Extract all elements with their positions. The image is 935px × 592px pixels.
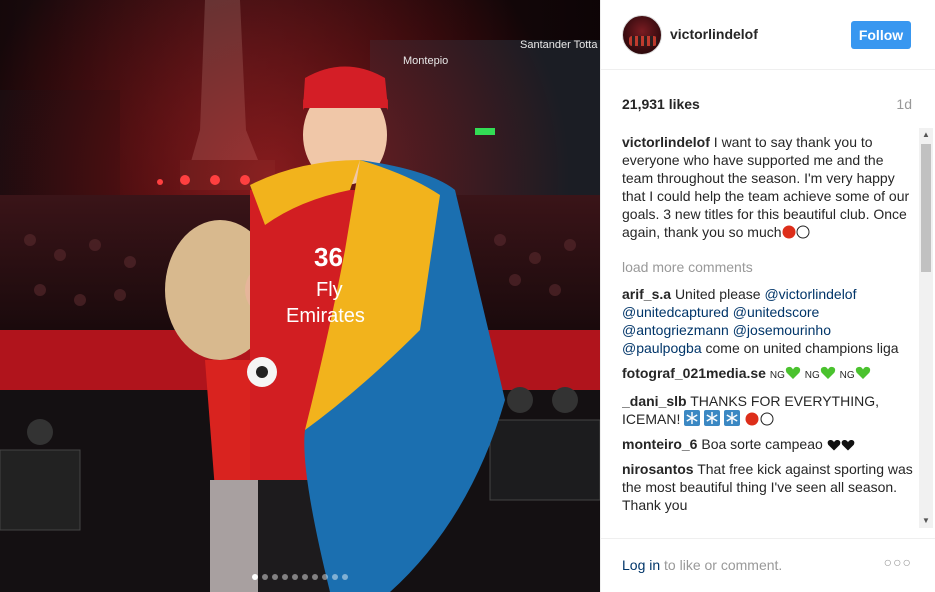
red-circle-icon <box>744 411 760 427</box>
comment: _dani_slb THANKS FOR EVERYTHING, ICEMAN! <box>622 392 914 428</box>
red-circle-icon <box>782 224 796 240</box>
post-age[interactable]: 1d <box>896 96 912 112</box>
scroll-down-arrow-icon[interactable]: ▼ <box>919 514 933 528</box>
follow-button[interactable]: Follow <box>851 21 911 49</box>
comment: monteiro_6 Boa sorte campeao <box>622 435 914 453</box>
comment-caption: victorlindelof I want to say thank you t… <box>622 133 914 241</box>
comment-token: NG <box>769 370 785 381</box>
avatar[interactable] <box>622 15 662 55</box>
comment: fotograf_021media.se NG NG NG <box>622 364 914 385</box>
login-prompt-rest: to like or comment. <box>660 557 783 573</box>
comment-token: NG <box>839 370 855 381</box>
snowflake-icon <box>724 410 741 427</box>
likes-count[interactable]: 21,931 likes <box>622 96 700 112</box>
carousel-dot[interactable] <box>302 574 308 580</box>
comment-username[interactable]: fotograf_021media.se <box>622 365 766 381</box>
likes-row: 21,931 likes 1d <box>622 96 912 116</box>
mention-link[interactable]: @paulpogba <box>622 340 702 356</box>
jersey-sponsor-line2: Emirates <box>286 305 365 327</box>
comment-token: NG <box>804 370 820 381</box>
load-more-comments[interactable]: load more comments <box>622 258 914 276</box>
more-options-icon[interactable]: ○○○ <box>884 554 912 570</box>
mention-link[interactable]: @antogriezmann <box>622 322 729 338</box>
white-circle-icon <box>760 411 774 427</box>
scroll-up-arrow-icon[interactable]: ▲ <box>919 128 933 142</box>
black-heart-icon <box>827 436 841 452</box>
jersey-sponsor-line1: Fly <box>316 279 343 301</box>
mention-link[interactable]: @josemourinho <box>733 322 831 338</box>
mention-link[interactable]: @victorlindelof <box>764 286 856 302</box>
carousel-dot[interactable] <box>262 574 268 580</box>
comment-text: Boa sorte campeao <box>701 436 823 452</box>
login-prompt: Log in to like or comment. <box>622 557 782 573</box>
comment: nirosantos That free kick against sporti… <box>622 460 914 514</box>
carousel-dot[interactable] <box>252 574 258 580</box>
sign-montepio: Montepio <box>403 55 448 67</box>
comment-username[interactable]: arif_s.a <box>622 286 671 302</box>
comment: arif_s.a United please @victorlindelof @… <box>622 285 914 357</box>
photo-scene: 36 Fly Emirates Montepio Santander Totta <box>0 0 600 592</box>
snowflake-icon <box>704 410 721 427</box>
carousel-dot[interactable] <box>322 574 328 580</box>
green-heart-icon <box>820 365 836 381</box>
post-header: victorlindelof Follow <box>601 0 935 70</box>
jersey-number: 36 <box>314 242 343 272</box>
sign-santander: Santander Totta <box>520 39 598 51</box>
white-circle-icon <box>796 224 810 240</box>
comment-username[interactable]: nirosantos <box>622 461 694 477</box>
carousel-dot[interactable] <box>342 574 348 580</box>
comment-username[interactable]: _dani_slb <box>622 393 687 409</box>
carousel-dot[interactable] <box>292 574 298 580</box>
post-footer: Log in to like or comment. ○○○ <box>601 538 935 592</box>
login-link[interactable]: Log in <box>622 557 660 573</box>
mention-link[interactable]: @unitedcaptured <box>622 304 729 320</box>
carousel-dot[interactable] <box>312 574 318 580</box>
carousel-dot[interactable] <box>272 574 278 580</box>
comments-list[interactable]: victorlindelof I want to say thank you t… <box>622 133 914 525</box>
snowflake-icon <box>684 410 701 427</box>
comment-username[interactable]: monteiro_6 <box>622 436 697 452</box>
post-photo[interactable]: 36 Fly Emirates Montepio Santander Totta <box>0 0 600 592</box>
comment-text: come on united champions liga <box>701 340 899 356</box>
carousel-dot[interactable] <box>282 574 288 580</box>
post-side-panel: victorlindelof Follow 21,931 likes 1d vi… <box>600 0 935 592</box>
green-heart-icon <box>855 365 871 381</box>
comment-username[interactable]: victorlindelof <box>622 134 710 150</box>
carousel-indicator[interactable] <box>0 574 600 580</box>
header-username[interactable]: victorlindelof <box>670 26 758 42</box>
scrollbar-thumb[interactable] <box>921 144 931 272</box>
carousel-dot[interactable] <box>332 574 338 580</box>
black-heart-icon <box>841 436 855 452</box>
comment-text: United please <box>674 286 765 302</box>
green-heart-icon <box>785 365 801 381</box>
comments-scrollbar[interactable]: ▲ ▼ <box>919 128 933 528</box>
mention-link[interactable]: @unitedscore <box>733 304 820 320</box>
